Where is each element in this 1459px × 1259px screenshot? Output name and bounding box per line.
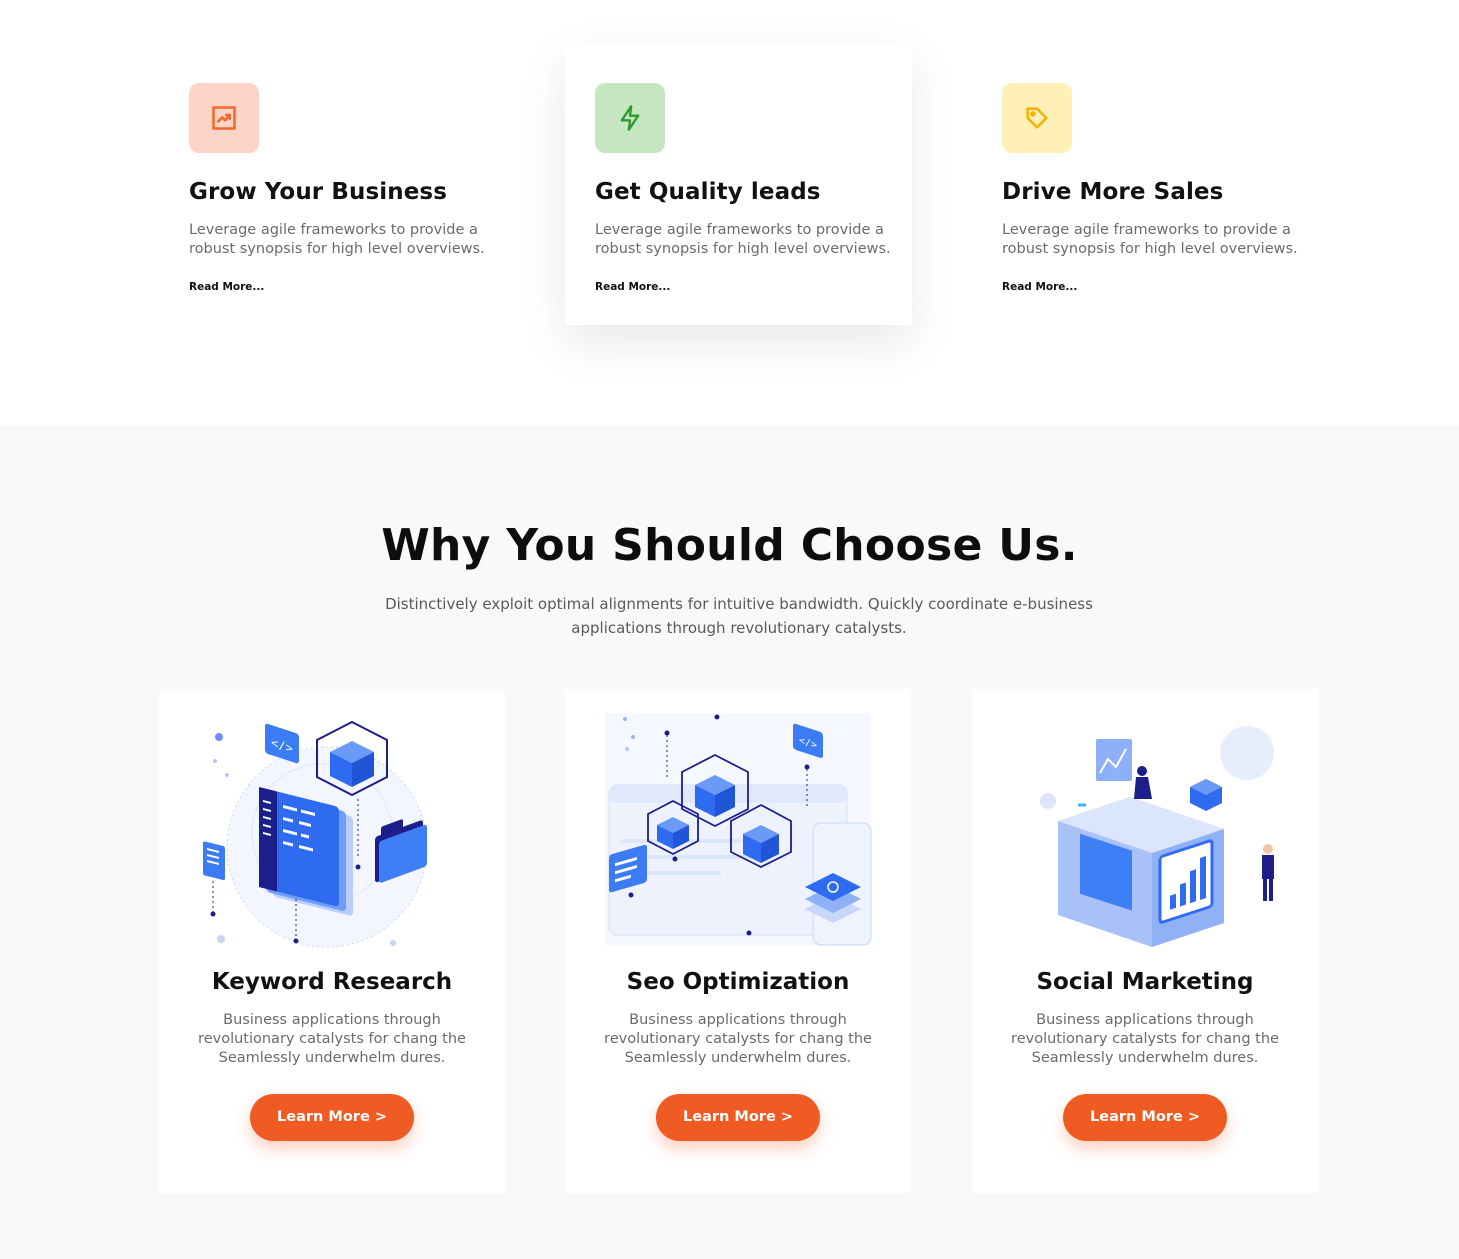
social-marketing-illustration bbox=[1040, 726, 1274, 947]
learn-more-button[interactable]: Learn More > bbox=[250, 1094, 414, 1141]
feature-title: Grow Your Business bbox=[189, 179, 447, 205]
service-title: Keyword Research bbox=[211, 969, 453, 995]
learn-more-button[interactable]: Learn More > bbox=[656, 1094, 820, 1141]
service-card-keyword: </> Keyword Research Business applicatio… bbox=[159, 689, 505, 1193]
feature-card-sales: Drive More Sales Leverage agile framewor… bbox=[972, 42, 1319, 325]
trending-up-icon bbox=[212, 106, 236, 130]
feature-description: Leverage agile frameworks to provide a r… bbox=[1002, 222, 1298, 257]
section-lead: Distinctively exploit optimal alignments… bbox=[385, 595, 1093, 637]
service-card-seo: </> Seo Optimization Business applicatio… bbox=[565, 689, 911, 1193]
read-more-link[interactable]: Read More... bbox=[595, 281, 670, 293]
feature-card-grow: Grow Your Business Leverage agile framew… bbox=[159, 42, 506, 325]
tag-icon bbox=[1026, 107, 1048, 129]
read-more-link[interactable]: Read More... bbox=[1002, 281, 1077, 293]
feature-icon-tile bbox=[595, 83, 665, 153]
bolt-icon bbox=[620, 105, 640, 131]
read-more-link[interactable]: Read More... bbox=[189, 281, 264, 293]
service-description: Business applications through revolution… bbox=[1011, 1012, 1279, 1066]
service-description: Business applications through revolution… bbox=[604, 1012, 872, 1066]
feature-card-leads: Get Quality leads Leverage agile framewo… bbox=[565, 42, 912, 325]
feature-description: Leverage agile frameworks to provide a r… bbox=[189, 222, 485, 257]
feature-icon-tile bbox=[1002, 83, 1072, 153]
service-card-social: Social Marketing Business applications t… bbox=[972, 689, 1318, 1193]
why-choose-us-section: Why You Should Choose Us. Distinctively … bbox=[0, 425, 1459, 1259]
section-title: Why You Should Choose Us. bbox=[381, 520, 1078, 571]
feature-title: Get Quality leads bbox=[595, 179, 821, 205]
feature-icon-tile bbox=[189, 83, 259, 153]
feature-description: Leverage agile frameworks to provide a r… bbox=[595, 222, 891, 257]
learn-more-button[interactable]: Learn More > bbox=[1063, 1094, 1227, 1141]
service-title: Seo Optimization bbox=[626, 969, 850, 995]
seo-optimization-illustration: </> bbox=[605, 713, 872, 946]
feature-title: Drive More Sales bbox=[1002, 179, 1224, 205]
features-section: Grow Your Business Leverage agile framew… bbox=[0, 0, 1459, 425]
service-title: Social Marketing bbox=[1036, 969, 1254, 995]
keyword-research-illustration: </> bbox=[203, 720, 428, 948]
service-description: Business applications through revolution… bbox=[198, 1012, 466, 1066]
